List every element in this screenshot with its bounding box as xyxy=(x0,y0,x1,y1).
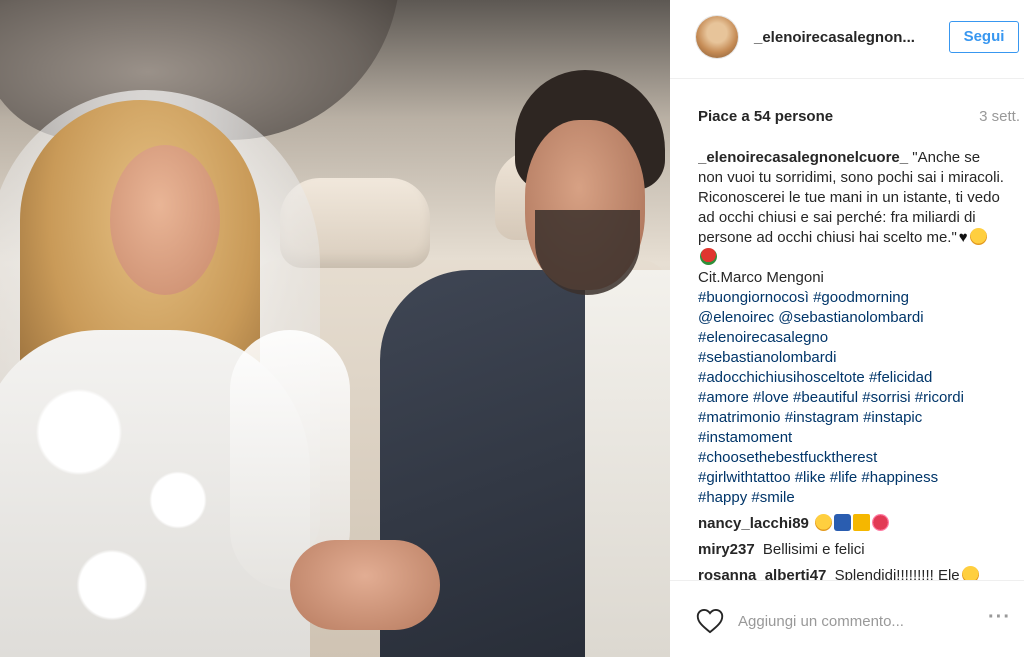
comment-author[interactable]: miry237 xyxy=(698,541,755,558)
comment-input[interactable] xyxy=(736,607,980,635)
smiling-face-heart-eyes-emoji xyxy=(969,228,987,245)
holding-hands xyxy=(290,540,440,630)
two-hearts-emoji xyxy=(871,514,889,531)
hashtag-line[interactable]: #girlwithtattoo #like #life #happiness xyxy=(698,468,1004,488)
comment-item: rosanna_alberti47 Splendidi!!!!!!!!! Ele xyxy=(698,566,1004,580)
hashtag-line[interactable]: #happy #smile xyxy=(698,488,1004,508)
smiling-face-heart-eyes-emoji xyxy=(814,514,832,531)
hashtag-line[interactable]: #matrimonio #instagram #instapic xyxy=(698,408,1004,428)
hashtag-line[interactable]: #amore #love #beautiful #sorrisi #ricord… xyxy=(698,388,1004,408)
hashtag-line[interactable]: #elenoirecasalegno xyxy=(698,328,1004,348)
avatar[interactable] xyxy=(696,16,738,58)
post-header: _elenoirecasalegnon... Segui xyxy=(670,0,1024,79)
comment-item: miry237 Bellisimi e felici xyxy=(698,540,1004,560)
username-link[interactable]: _elenoirecasalegnon... xyxy=(754,29,915,46)
follow-button[interactable]: Segui xyxy=(949,21,1019,53)
top-emoji xyxy=(833,514,851,531)
hashtag-line[interactable]: #choosethebestfucktherest xyxy=(698,448,1004,468)
comments-list[interactable]: _elenoirecasalegnonelcuore_ "Anche se no… xyxy=(698,148,1004,580)
more-options-icon[interactable]: ··· xyxy=(988,607,1010,631)
caption: _elenoirecasalegnonelcuore_ "Anche se no… xyxy=(698,148,1004,508)
caption-author[interactable]: _elenoirecasalegnonelcuore_ xyxy=(698,149,908,166)
smiling-face-heart-eyes-emoji xyxy=(961,566,979,580)
hashtag-line[interactable]: #adocchichiusihosceltote #felicidad xyxy=(698,368,1004,388)
crown-emoji xyxy=(852,514,870,531)
heart-emoji: ♥ xyxy=(958,229,968,246)
likes-count[interactable]: Piace a 54 persone xyxy=(698,108,833,125)
hashtag-line[interactable]: @elenoirec @sebastianolombardi xyxy=(698,308,1004,328)
post-photo[interactable] xyxy=(0,0,670,657)
heart-icon[interactable] xyxy=(696,608,724,634)
hashtag-line[interactable]: #instamoment xyxy=(698,428,1004,448)
groom-shirt xyxy=(585,270,670,657)
hashtag-line[interactable]: #buongiornocosì #goodmorning xyxy=(698,288,1004,308)
post-timestamp[interactable]: 3 sett. xyxy=(979,108,1020,125)
comment-text: Bellisimi e felici xyxy=(762,541,865,558)
caption-citation: Cit.Marco Mengoni xyxy=(698,269,824,286)
comment-text: Splendidi!!!!!!!!! Ele xyxy=(834,567,960,580)
comment-author[interactable]: rosanna_alberti47 xyxy=(698,567,826,580)
likes-row: Piace a 54 persone 3 sett. xyxy=(698,108,1020,128)
comment-item: nancy_lacchi89 xyxy=(698,514,1004,534)
comment-bar: ··· xyxy=(670,580,1024,658)
hashtag-line[interactable]: #sebastianolombardi xyxy=(698,348,1004,368)
rose-emoji xyxy=(700,248,717,265)
bride-face xyxy=(110,145,220,295)
comment-author[interactable]: nancy_lacchi89 xyxy=(698,515,809,532)
post-side-panel: _elenoirecasalegnon... Segui Piace a 54 … xyxy=(670,0,1024,657)
